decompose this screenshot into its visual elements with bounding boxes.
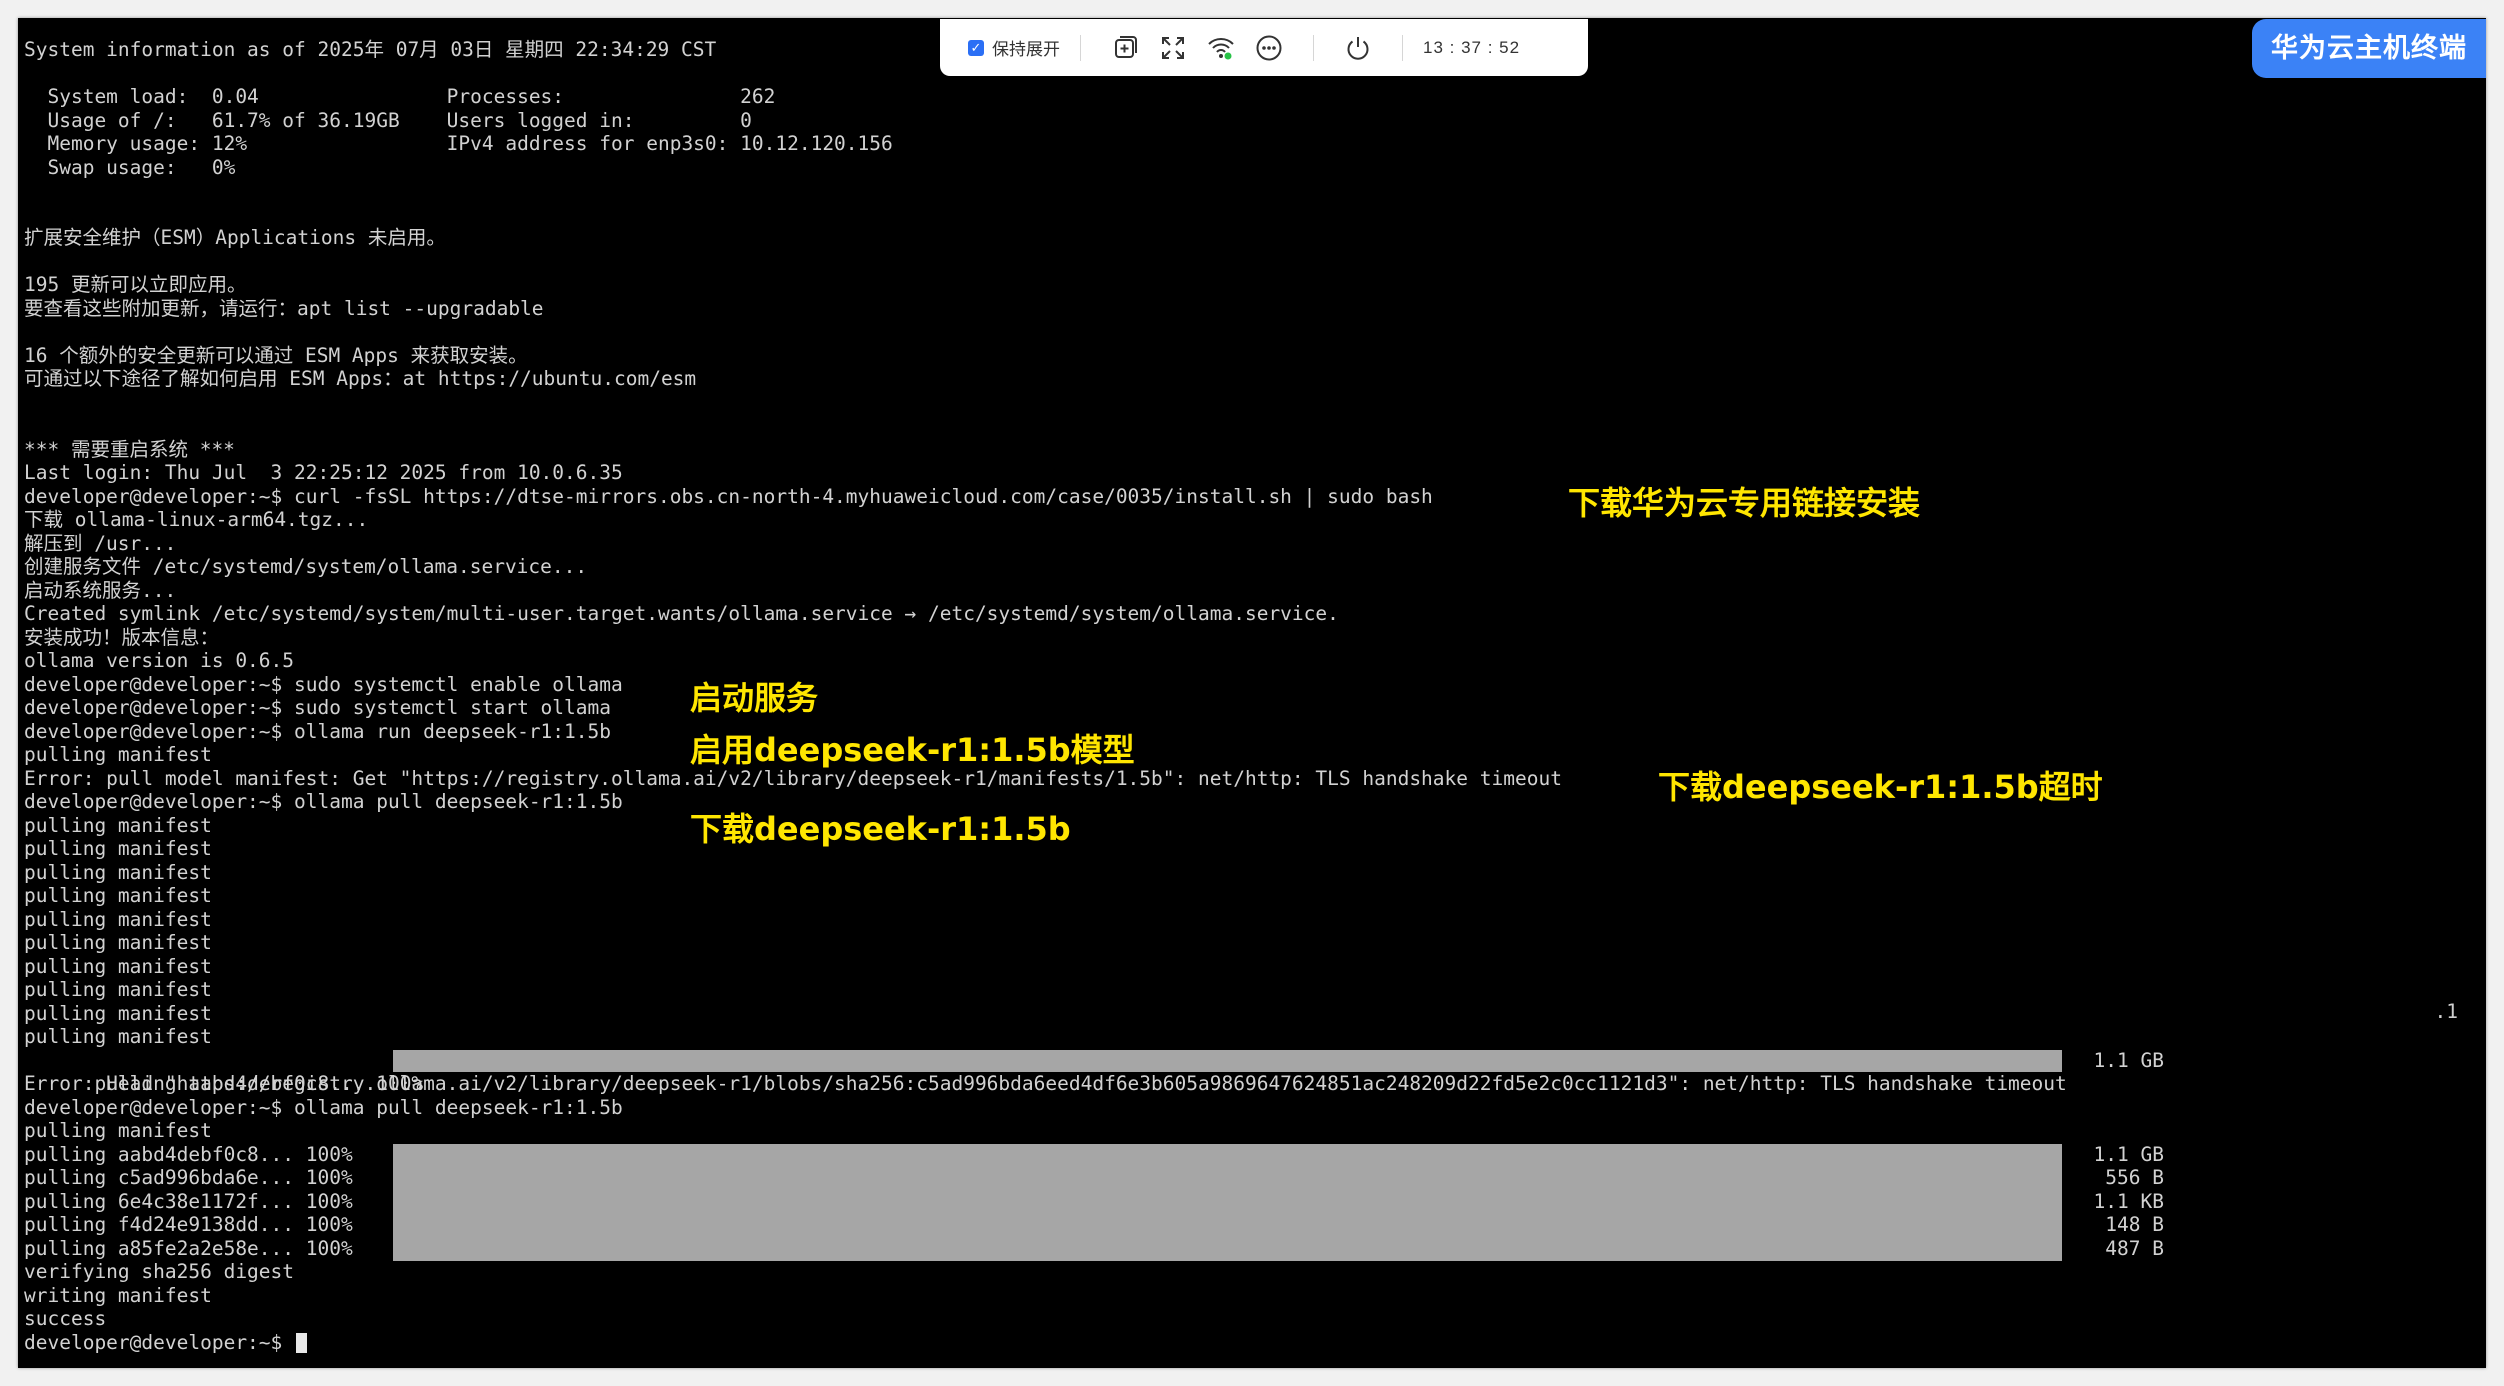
- progress-size: 1.1 KB: [2093, 1189, 2164, 1213]
- keep-expanded-label: 保持展开: [992, 40, 1060, 59]
- progress-bar: [393, 1166, 2062, 1190]
- terminal-line: *** 需要重启系统 ***: [24, 437, 235, 461]
- progress-bar: [393, 1189, 2062, 1214]
- terminal-line: 扩展安全维护（ESM）Applications 未启用。: [24, 226, 446, 249]
- terminal-line: pulling manifest: [24, 907, 212, 931]
- progress-label: pulling aabd4debf0c8... 100%: [24, 1142, 353, 1166]
- terminal-line: developer@developer:~$ sudo systemctl en…: [24, 672, 623, 696]
- terminal-line: ollama version is 0.6.5: [24, 649, 295, 672]
- terminal-output[interactable]: System information as of 2025年 07月 03日 星…: [24, 38, 2480, 1368]
- stray-output: .1: [2434, 1000, 2458, 1023]
- terminal-line: verifying sha256 digest: [24, 1260, 295, 1283]
- session-timer: 13 : 37 : 52: [1423, 37, 1521, 57]
- progress-label: pulling 6e4c38e1172f... 100%: [24, 1189, 353, 1213]
- network-signal-icon[interactable]: [1204, 31, 1238, 65]
- progress-line: pulling 6e4c38e1172f... 100% 1.1 KB: [24, 1189, 2480, 1214]
- progress-size: 1.1 GB: [2093, 1142, 2164, 1166]
- progress-line: pulling f4d24e9138dd... 100% 148 B: [24, 1213, 2480, 1237]
- progress-label: pulling a85fe2a2e58e... 100%: [24, 1236, 353, 1260]
- terminal-line: Swap usage: 0%: [24, 155, 236, 179]
- terminal-line: pulling manifest: [24, 978, 212, 1001]
- terminal-line: Error: Head "https://registry.ollama.ai/…: [24, 1072, 2067, 1095]
- toolbar-divider: [1402, 34, 1403, 61]
- prompt-text: developer@developer:~$: [24, 1330, 295, 1354]
- terminal-line: Created symlink /etc/systemd/system/mult…: [24, 602, 1339, 625]
- progress-bar: [393, 1213, 2062, 1237]
- progress-line: pulling aabd4debf0c8... 100% 1.1 GB: [24, 1048, 2480, 1096]
- terminal-line: success: [24, 1307, 107, 1330]
- progress-bar: [393, 1049, 2062, 1072]
- terminal-cursor: [296, 1333, 308, 1353]
- fullscreen-icon[interactable]: [1156, 31, 1190, 65]
- power-icon[interactable]: [1341, 31, 1375, 65]
- terminal-line: pulling manifest: [24, 1025, 212, 1048]
- annotation-run-model: 启用deepseek-r1:1.5b模型: [690, 731, 1135, 769]
- floating-toolbar: ✓ 保持展开 13 : 37 : 52: [940, 19, 1588, 76]
- terminal-line: developer@developer:~$ ollama run deepse…: [24, 719, 611, 743]
- terminal-line: 安装成功！版本信息：: [24, 625, 220, 649]
- checkbox-checked-icon[interactable]: ✓: [968, 39, 984, 56]
- terminal-line: 下载 ollama-linux-arm64.tgz...: [24, 508, 369, 531]
- terminal-line: Memory usage: 12% IPv4 address for enp3s…: [24, 132, 893, 155]
- keep-expanded-toggle[interactable]: ✓ 保持展开: [968, 35, 1060, 60]
- terminal-line: pulling manifest: [24, 1001, 212, 1025]
- toolbar-divider: [1080, 34, 1081, 61]
- terminal-line: writing manifest: [24, 1283, 212, 1307]
- terminal-line: pulling manifest: [24, 860, 212, 884]
- annotation-pull: 下载deepseek-r1:1.5b: [690, 810, 1071, 848]
- annotation-install: 下载华为云专用链接安装: [1568, 484, 1921, 522]
- terminal-line: 16 个额外的安全更新可以通过 ESM Apps 来获取安装。: [24, 343, 528, 367]
- progress-bar: [393, 1143, 2062, 1166]
- terminal-line: 可通过以下途径了解如何启用 ESM Apps：at https://ubuntu…: [24, 367, 697, 390]
- annotation-start-service: 启动服务: [690, 679, 819, 717]
- terminal-prompt[interactable]: developer@developer:~$: [24, 1331, 2480, 1355]
- terminal-line: System load: 0.04 Processes: 262: [24, 85, 776, 108]
- progress-label: pulling c5ad996bda6e... 100%: [24, 1166, 353, 1189]
- terminal-line: 启动系统服务...: [24, 578, 177, 602]
- terminal-line: Last login: Thu Jul 3 22:25:12 2025 from…: [24, 461, 623, 484]
- terminal-line: 195 更新可以立即应用。: [24, 273, 247, 296]
- terminal-line: 要查看这些附加更新，请运行：apt list --upgradable: [24, 296, 544, 320]
- terminal-line: pulling manifest: [24, 1119, 212, 1142]
- terminal-window[interactable]: System information as of 2025年 07月 03日 星…: [18, 18, 2486, 1368]
- terminal-line: pulling manifest: [24, 954, 212, 978]
- toolbar-divider: [1313, 34, 1314, 61]
- progress-bar: [393, 1236, 2062, 1261]
- terminal-line: Usage of /: 61.7% of 36.19GB Users logge…: [24, 108, 752, 132]
- progress-line: pulling a85fe2a2e58e... 100% 487 B: [24, 1236, 2480, 1261]
- app-title-badge: 华为云主机终端: [2252, 19, 2486, 78]
- progress-line: pulling c5ad996bda6e... 100% 556 B: [24, 1166, 2480, 1190]
- terminal-line: pulling manifest: [24, 837, 212, 860]
- terminal-line: developer@developer:~$ ollama pull deeps…: [24, 790, 623, 813]
- progress-label: pulling f4d24e9138dd... 100%: [24, 1213, 353, 1236]
- terminal-line: pulling manifest: [24, 813, 212, 837]
- add-window-icon[interactable]: [1108, 31, 1142, 65]
- terminal-line: developer@developer:~$ ollama pull deeps…: [24, 1095, 623, 1119]
- terminal-line: 创建服务文件 /etc/systemd/system/ollama.servic…: [24, 555, 588, 578]
- progress-line: pulling aabd4debf0c8... 100% 1.1 GB: [24, 1143, 2480, 1167]
- terminal-line: Error: pull model manifest: Get "https:/…: [24, 766, 1562, 790]
- progress-size: 556 B: [2105, 1166, 2164, 1189]
- annotation-timeout: 下载deepseek-r1:1.5b超时: [1658, 768, 2103, 806]
- progress-size: 487 B: [2105, 1236, 2164, 1260]
- terminal-line: 解压到 /usr...: [24, 531, 177, 555]
- terminal-line: developer@developer:~$ sudo systemctl st…: [24, 696, 611, 719]
- more-options-icon[interactable]: [1252, 31, 1286, 65]
- terminal-line: pulling manifest: [24, 931, 212, 954]
- terminal-line: developer@developer:~$ curl -fsSL https:…: [24, 484, 1433, 508]
- terminal-line: pulling manifest: [24, 884, 212, 907]
- progress-size: 1.1 GB: [2093, 1048, 2164, 1072]
- progress-size: 148 B: [2105, 1213, 2164, 1236]
- terminal-line: pulling manifest: [24, 743, 212, 766]
